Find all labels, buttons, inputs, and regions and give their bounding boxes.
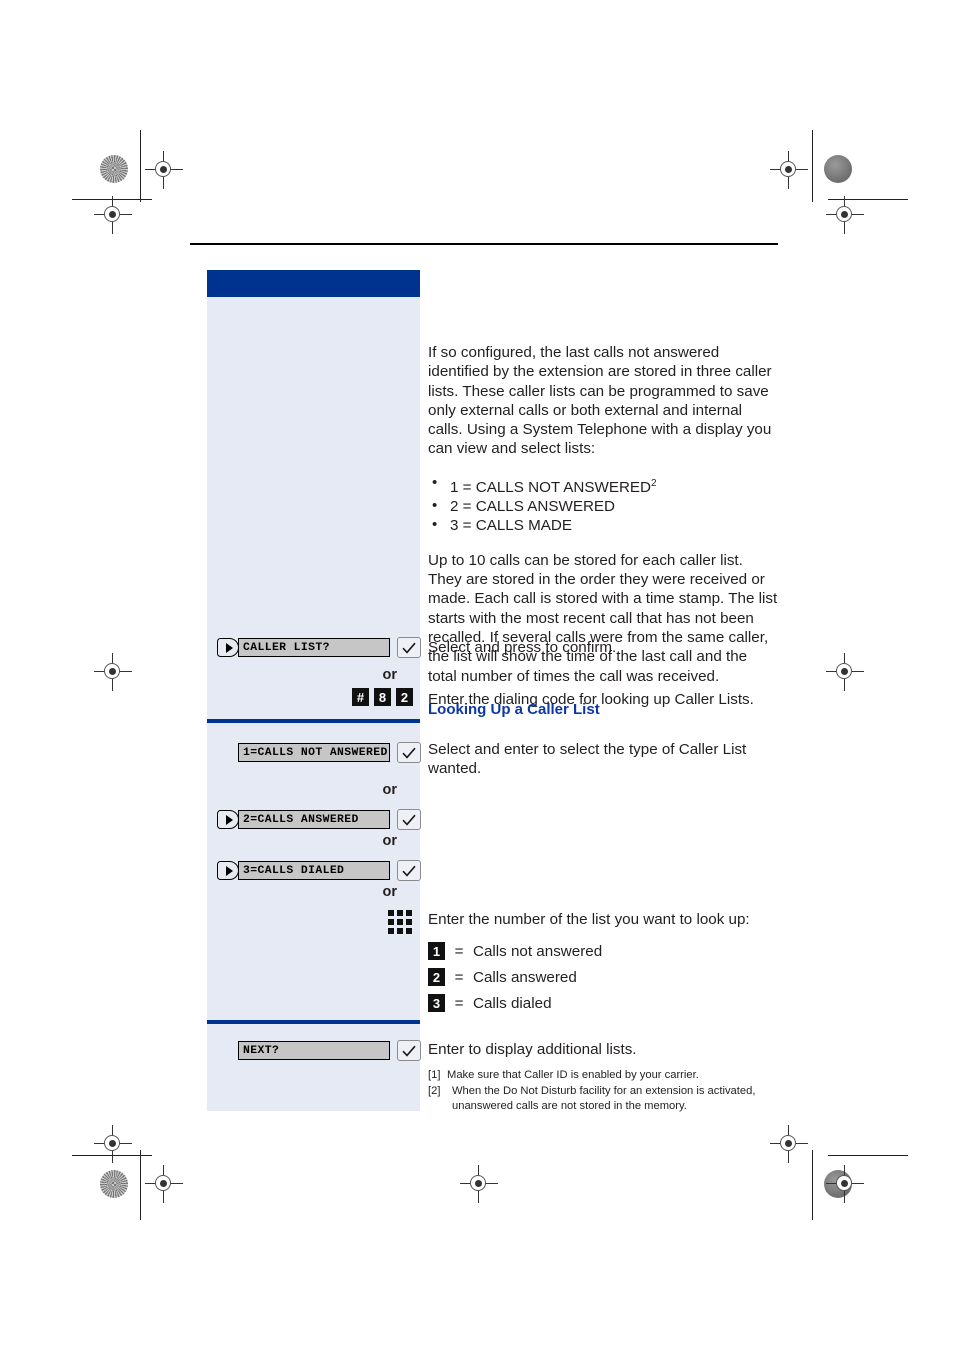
instruction-caller-list: Select and press to confirm. xyxy=(428,639,617,656)
footnote-row: [1] Make sure that Caller ID is enabled … xyxy=(428,1068,783,1082)
display-row-calls-dialed[interactable]: 3=CALLS DIALED xyxy=(217,860,421,881)
scroll-arrow-icon[interactable] xyxy=(217,861,239,880)
registration-mark xyxy=(770,151,808,189)
instruction-next: Enter to display additional lists. xyxy=(428,1041,637,1058)
intro-paragraph: If so configured, the last calls not ans… xyxy=(428,344,772,458)
key-3[interactable]: 3 xyxy=(428,994,445,1012)
display-row-caller-list[interactable]: CALLER LIST? xyxy=(217,637,421,658)
registration-mark xyxy=(770,1125,808,1163)
main-text-column: If so configured, the last calls not ans… xyxy=(428,270,779,732)
bullet-text: 3 = CALLS MADE xyxy=(450,517,572,535)
list-item: 1 = CALLS NOT ANSWERED2 xyxy=(428,473,779,497)
crop-line xyxy=(812,1150,813,1220)
registration-mark xyxy=(826,653,864,691)
instruction-list-types: Select and enter to select the type of C… xyxy=(428,741,747,778)
confirm-checkmark-icon[interactable] xyxy=(397,637,421,658)
second-paragraph: Up to 10 calls can be stored for each ca… xyxy=(428,551,778,685)
or-separator: or xyxy=(382,667,398,683)
confirm-checkmark-icon[interactable] xyxy=(397,809,421,830)
legend-equals: = xyxy=(454,942,464,960)
display-field[interactable]: 3=CALLS DIALED xyxy=(238,861,390,880)
registration-mark xyxy=(145,1165,183,1203)
or-separator: or xyxy=(382,833,398,849)
list-types-bullets: 1 = CALLS NOT ANSWERED2 2 = CALLS ANSWER… xyxy=(428,473,779,536)
display-row-calls-not-answered[interactable]: 1=CALLS NOT ANSWERED xyxy=(217,742,421,763)
footnote-marker: [1] xyxy=(428,1069,441,1081)
list-item: 3 = CALLS MADE xyxy=(428,515,779,535)
crop-line xyxy=(140,130,141,202)
key-1[interactable]: 1 xyxy=(428,942,445,960)
footnote-marker: 2 xyxy=(651,477,657,489)
display-field[interactable]: CALLER LIST? xyxy=(238,638,390,657)
footnote-row: [2] When the Do Not Disturb facility for… xyxy=(428,1084,783,1113)
density-patch xyxy=(100,1170,128,1198)
display-field[interactable]: 2=CALLS ANSWERED xyxy=(238,810,390,829)
sidebar-header-bar xyxy=(207,270,420,297)
registration-mark xyxy=(145,151,183,189)
legend-label: Calls answered xyxy=(473,968,577,986)
footnote-text: Make sure that Caller ID is enabled by y… xyxy=(447,1069,699,1081)
key-8[interactable]: 8 xyxy=(374,688,391,706)
scroll-arrow-icon[interactable] xyxy=(217,638,239,657)
key-2[interactable]: 2 xyxy=(428,968,445,986)
legend-label: Calls not answered xyxy=(473,942,603,960)
registration-mark xyxy=(826,1165,864,1203)
list-item: 2 = CALLS ANSWERED xyxy=(428,496,779,516)
bullet-text: 2 = CALLS ANSWERED xyxy=(450,498,616,516)
confirm-checkmark-icon[interactable] xyxy=(397,1040,421,1061)
footnotes-block: [1] Make sure that Caller ID is enabled … xyxy=(428,1068,783,1115)
legend-row: 2 = Calls answered xyxy=(428,964,602,990)
keypad-icon[interactable] xyxy=(388,910,412,934)
instruction-dial-code: Enter the dialing code for looking up Ca… xyxy=(428,691,754,708)
confirm-checkmark-icon[interactable] xyxy=(397,860,421,881)
legend-row: 3 = Calls dialed xyxy=(428,990,602,1016)
sidebar-divider-upper xyxy=(207,719,420,723)
legend-equals: = xyxy=(454,994,464,1012)
instruction-keypad-entry: Enter the number of the list you want to… xyxy=(428,911,750,928)
density-patch xyxy=(824,155,852,183)
legend-row: 1 = Calls not answered xyxy=(428,938,602,964)
registration-mark xyxy=(460,1165,498,1203)
crop-line xyxy=(140,1150,141,1220)
footnote-marker: [2] xyxy=(428,1085,441,1098)
registration-mark xyxy=(94,196,132,234)
registration-mark xyxy=(94,653,132,691)
or-separator: or xyxy=(382,884,398,900)
footnote-text: When the Do Not Disturb facility for an … xyxy=(452,1085,756,1112)
crop-line xyxy=(828,1155,908,1156)
or-separator: or xyxy=(382,782,398,798)
display-field[interactable]: NEXT? xyxy=(238,1041,390,1060)
key-hash[interactable]: # xyxy=(352,688,369,706)
display-field[interactable]: 1=CALLS NOT ANSWERED xyxy=(238,743,390,762)
density-patch xyxy=(100,155,128,183)
dial-code-keys[interactable]: # 8 2 xyxy=(352,688,413,706)
page-top-rule xyxy=(190,243,778,245)
display-row-next[interactable]: NEXT? xyxy=(238,1040,421,1061)
sidebar-divider-lower xyxy=(207,1020,420,1024)
bullet-text: 1 = CALLS NOT ANSWERED xyxy=(450,478,652,496)
display-row-calls-answered[interactable]: 2=CALLS ANSWERED xyxy=(217,809,421,830)
key-2[interactable]: 2 xyxy=(396,688,413,706)
scroll-arrow-icon[interactable] xyxy=(217,810,239,829)
registration-mark xyxy=(826,196,864,234)
keypad-legend: 1 = Calls not answered 2 = Calls answere… xyxy=(428,938,602,1016)
legend-label: Calls dialed xyxy=(473,994,552,1012)
confirm-checkmark-icon[interactable] xyxy=(397,742,421,763)
legend-equals: = xyxy=(454,968,464,986)
crop-line xyxy=(812,130,813,202)
